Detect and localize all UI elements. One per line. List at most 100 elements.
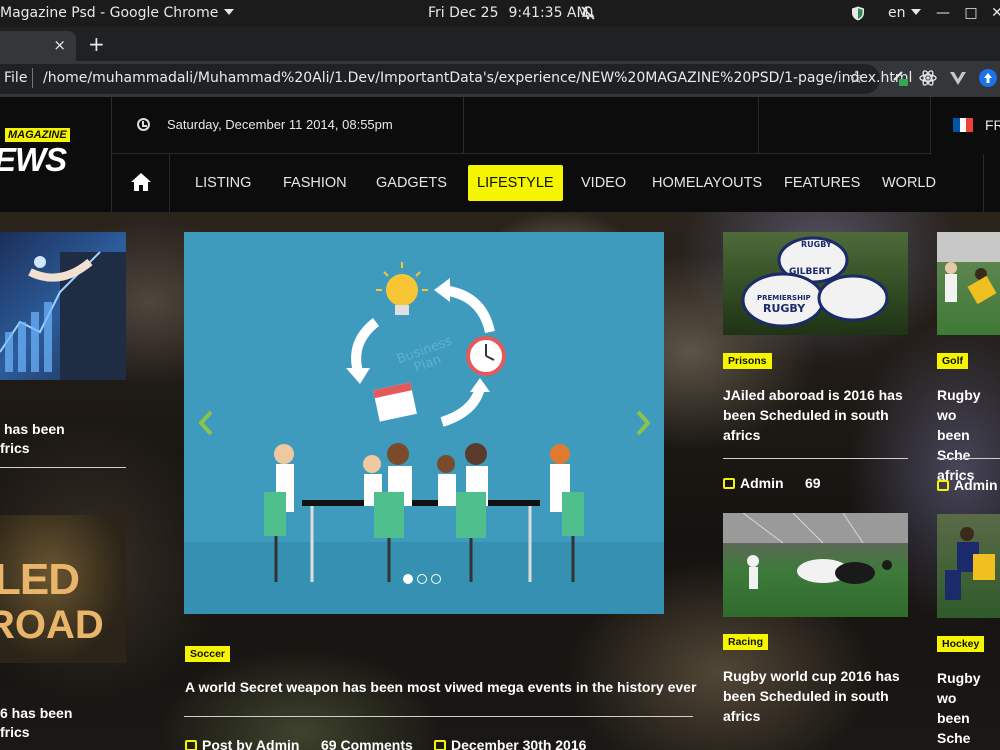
slider-dot[interactable] xyxy=(417,574,427,584)
ball-text: GILBERT xyxy=(789,267,832,277)
rugby-player-image xyxy=(937,232,1000,305)
language-label: en xyxy=(888,5,906,21)
article-thumbnail-road[interactable]: LED ROAD xyxy=(0,515,126,663)
comment-count[interactable]: 69 xyxy=(805,475,821,491)
date-line: Saturday, December 11 2014, 08:55pm xyxy=(112,97,464,154)
browser-tab-strip: × + xyxy=(0,27,1000,61)
article-author[interactable]: Admin xyxy=(937,477,998,493)
article-title-line: has been xyxy=(4,421,65,437)
maximize-icon[interactable]: □ xyxy=(962,4,980,22)
post-comments-label: 69 Comments xyxy=(321,737,413,750)
extension-pen-icon[interactable] xyxy=(890,68,910,88)
bookmark-star-icon[interactable]: ☆ xyxy=(848,67,864,88)
react-devtools-icon[interactable] xyxy=(918,68,938,88)
ball-text: PREMIERSHIP xyxy=(757,294,811,302)
article-author[interactable]: Admin xyxy=(723,475,784,491)
nav-item-gadgets[interactable]: GADGETS xyxy=(367,165,456,201)
current-date: Saturday, December 11 2014, 08:55pm xyxy=(167,117,393,132)
calendar-icon xyxy=(434,740,446,750)
nav-item-lifestyle[interactable]: LIFESTYLE xyxy=(468,165,563,201)
home-button[interactable] xyxy=(112,154,170,212)
article-title[interactable]: JAiled aboroad is 2016 has been Scheduled… xyxy=(723,385,903,445)
rugby-balls-image: RUGBY GILBERT PREMIERSHIP RUGBY xyxy=(741,236,889,328)
slider-prev-icon[interactable] xyxy=(199,410,213,436)
site-header: MAGAZINE EWS Saturday, December 11 2014,… xyxy=(0,97,1000,212)
nav-item-listing[interactable]: LISTING xyxy=(186,165,260,201)
edit-icon xyxy=(723,478,735,489)
category-badge[interactable]: Prisons xyxy=(723,353,772,369)
url-text[interactable]: /home/muhammadali/Muhammad%20Ali/1.Dev/I… xyxy=(43,70,912,86)
article-title[interactable]: Rugby wobeen Scheafrics xyxy=(937,385,1000,485)
divider xyxy=(723,458,908,459)
article-title-line: been Scheduled in south xyxy=(723,407,889,423)
featured-slider[interactable]: Business Plan xyxy=(184,232,664,614)
nav-item-features[interactable]: FEATURES xyxy=(775,165,869,201)
post-author[interactable]: Post by Admin xyxy=(185,737,300,750)
vue-devtools-icon[interactable] xyxy=(948,68,968,88)
minimize-icon[interactable]: — xyxy=(934,4,952,22)
france-flag-icon[interactable] xyxy=(953,118,973,132)
slider-next-icon[interactable] xyxy=(636,410,650,436)
article-thumbnail-rugby-balls[interactable]: RUGBY GILBERT PREMIERSHIP RUGBY xyxy=(723,232,908,335)
category-badge[interactable]: Hockey xyxy=(937,636,985,652)
nav-item-video[interactable]: VIDEO xyxy=(572,165,635,201)
featured-title[interactable]: A world Secret weapon has been most viwe… xyxy=(185,679,696,695)
article-thumbnail-business[interactable] xyxy=(0,232,126,380)
slider-dot[interactable] xyxy=(431,574,441,584)
url-scheme-label: File xyxy=(4,70,28,86)
article-title-line: Rugby world cup 2016 has xyxy=(723,668,900,684)
nav-item-fashion[interactable]: FASHION xyxy=(274,165,356,201)
window-title-menu[interactable]: Magazine Psd - Google Chrome xyxy=(0,5,235,21)
article-thumbnail-hockey[interactable] xyxy=(937,514,1000,618)
article-title-line: frics xyxy=(0,724,30,740)
address-bar[interactable]: File /home/muhammadali/Muhammad%20Ali/1.… xyxy=(0,64,912,94)
rugby-match-image xyxy=(723,513,908,589)
shield-icon[interactable] xyxy=(851,6,865,21)
tab-close-icon[interactable]: × xyxy=(53,36,66,54)
category-badge[interactable]: Soccer xyxy=(185,646,231,662)
nav-item-world[interactable]: WORLD xyxy=(873,165,945,201)
article-title-line: been Scheduled in south xyxy=(723,688,889,704)
article-snippet[interactable]: has been frics xyxy=(0,420,65,458)
business-chart-image xyxy=(0,251,126,380)
address-divider xyxy=(32,68,33,88)
notifications-muted-icon[interactable] xyxy=(580,5,596,21)
close-window-icon[interactable]: ✕ xyxy=(988,4,1000,22)
site-logo[interactable]: MAGAZINE EWS xyxy=(0,97,112,212)
ball-text: RUGBY xyxy=(801,240,832,249)
article-snippet[interactable]: 6 has been frics xyxy=(0,704,72,742)
system-clock[interactable]: Fri Dec 25 9:41:35 AM xyxy=(428,5,589,21)
thumbnail-text: ROAD xyxy=(0,603,104,647)
category-badge[interactable]: Racing xyxy=(723,634,769,650)
post-date-label: December 30th 2016 xyxy=(451,737,587,750)
post-author-label: Post by Admin xyxy=(202,737,300,750)
browser-tab[interactable]: × xyxy=(0,31,76,61)
site-language[interactable]: FR xyxy=(985,117,1000,133)
article-title-line: frics xyxy=(0,440,30,456)
article-title-line: been Sche xyxy=(937,427,971,463)
article-author-label: Admin xyxy=(954,477,998,493)
update-arrow-icon[interactable] xyxy=(978,68,998,88)
divider xyxy=(0,467,126,468)
article-thumbnail-rugby-match[interactable] xyxy=(723,513,908,617)
post-comments[interactable]: 69 Comments xyxy=(321,737,413,750)
system-top-bar: Magazine Psd - Google Chrome Fri Dec 25 9… xyxy=(0,0,1000,27)
article-title-line: africs xyxy=(723,427,761,443)
article-thumbnail-golf[interactable] xyxy=(937,232,1000,335)
business-plan-illustration: Business Plan xyxy=(184,262,664,614)
article-title-line: Rugby wo xyxy=(937,387,981,423)
logo-text: EWS xyxy=(0,141,67,178)
slider-dot[interactable] xyxy=(403,574,413,584)
article-title[interactable]: Rugby wobeen Scheafrics xyxy=(937,668,1000,750)
new-tab-button[interactable]: + xyxy=(88,32,105,56)
logo-tag: MAGAZINE xyxy=(5,128,70,142)
language-selector[interactable]: en xyxy=(888,5,921,21)
system-time: 9:41:35 AM xyxy=(508,5,589,21)
rugby-tackle-image xyxy=(945,527,995,600)
category-badge[interactable]: Golf xyxy=(937,353,968,369)
article-title[interactable]: Rugby world cup 2016 has been Scheduled i… xyxy=(723,666,900,726)
article-author-label: Admin xyxy=(740,475,784,491)
divider xyxy=(184,716,693,717)
nav-item-homelayouts[interactable]: HOMELAYOUTS xyxy=(643,165,771,201)
edit-icon xyxy=(185,740,197,750)
